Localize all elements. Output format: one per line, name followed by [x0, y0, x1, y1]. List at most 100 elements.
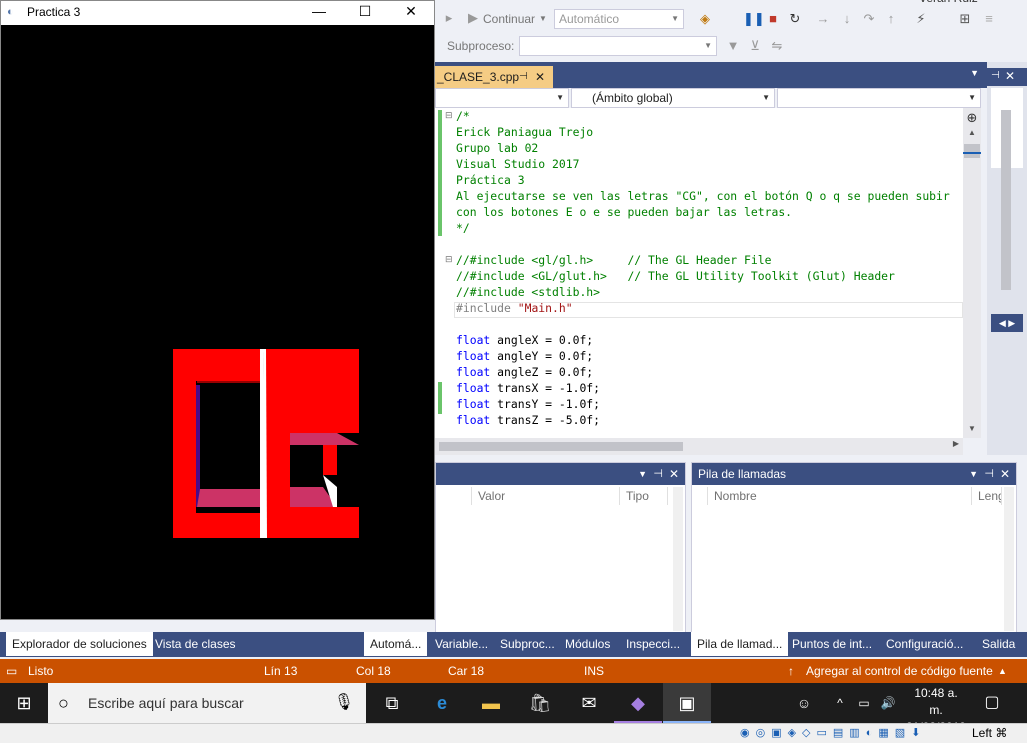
column-header-marker[interactable] [692, 487, 708, 505]
tab-watch[interactable]: Inspecci... [620, 632, 686, 656]
people-icon[interactable]: ☺ [780, 683, 828, 723]
file-explorer-icon[interactable]: ▬ [467, 683, 515, 723]
code-line[interactable]: //#include <stdlib.h> [456, 284, 950, 300]
vertical-scrollbar[interactable]: ⊕ ▲ ▼ [963, 108, 981, 438]
filter-icon[interactable]: ▼ [725, 38, 741, 54]
tab-autos[interactable]: Automá... [364, 632, 428, 656]
document-tab[interactable]: _CLASE_3.cpp ⊣ ✕ [435, 66, 553, 88]
practica-app-icon[interactable]: ▣ [663, 683, 711, 723]
code-line[interactable] [456, 316, 950, 332]
mail-icon[interactable]: ✉ [565, 683, 613, 723]
column-header-value[interactable]: Valor [472, 487, 620, 505]
code-line[interactable]: Erick Paniagua Trejo [456, 124, 950, 140]
scroll-thumb[interactable] [964, 144, 980, 158]
continue-button[interactable]: Continuar [483, 9, 535, 29]
tab-call-stack[interactable]: Pila de llamad... [691, 632, 789, 656]
store-icon[interactable]: 🛍 [516, 683, 564, 723]
code-line[interactable]: con los botones E o e se pueden bajar la… [456, 204, 950, 220]
horizontal-scrollbar[interactable]: ▶ [435, 438, 963, 455]
window-titlebar[interactable]: ◐ Practica 3 — ☐ ✕ [1, 1, 434, 25]
code-line[interactable]: float transZ = -5.0f; [456, 412, 950, 428]
opengl-viewport[interactable] [1, 25, 435, 619]
pin-icon[interactable]: ⊣ [653, 463, 663, 485]
code-line[interactable]: float angleZ = 0.0f; [456, 364, 950, 380]
tab-locals[interactable]: Variable... [429, 632, 494, 656]
panel-options-icon[interactable]: ▼ [969, 463, 978, 485]
scroll-up-icon[interactable]: ▲ [963, 128, 981, 137]
scope-combo[interactable]: (Ámbito global) ▼ [571, 88, 775, 108]
step-forward-icon[interactable]: ▸ [441, 10, 457, 26]
code-line[interactable]: //#include <GL/glut.h> // The GL Utility… [456, 268, 950, 284]
restart-icon[interactable]: ↻ [787, 11, 803, 27]
edge-icon[interactable]: e [418, 683, 466, 723]
continue-dropdown-icon[interactable]: ▼ [539, 9, 547, 29]
step-out-icon[interactable]: ↑ [883, 11, 899, 27]
taskbar-search[interactable]: ○ Escribe aquí para buscar 🎙 [48, 683, 366, 723]
scroll-thumb[interactable] [439, 442, 683, 451]
pin-icon[interactable]: ⊣ [984, 463, 994, 485]
filter-clear-icon[interactable]: ⊻ [747, 38, 763, 54]
code-line[interactable] [456, 236, 950, 252]
diagnostics-icon[interactable]: ⚡ [913, 11, 929, 27]
code-line[interactable]: Grupo lab 02 [456, 140, 950, 156]
continue-icon[interactable]: ▶ [465, 10, 481, 26]
practica-window[interactable]: ◐ Practica 3 — ☐ ✕ [0, 0, 435, 620]
source-control-button[interactable]: Agregar al control de código fuente [806, 659, 993, 683]
close-icon[interactable]: ✕ [669, 463, 679, 485]
pin-icon[interactable]: ⊣ [991, 70, 1000, 81]
code-editor[interactable]: ⊟ ⊟ /* Erick Paniagua Trejo Grupo lab 02 Vi… [435, 108, 963, 438]
code-line[interactable]: float transY = -1.0f; [456, 396, 950, 412]
tab-output[interactable]: Salida [976, 632, 1021, 656]
scroll-arrows-icon[interactable]: ◀ ▶ [991, 314, 1023, 332]
code-line[interactable]: float angleX = 0.0f; [456, 332, 950, 348]
close-button[interactable]: ✕ [388, 1, 434, 23]
vertical-scrollbar[interactable] [1004, 487, 1014, 631]
volume-icon[interactable]: 🔊 [876, 683, 900, 723]
layout-icon[interactable]: ⊞ [957, 11, 973, 27]
column-header-language[interactable]: Leng [972, 487, 1002, 505]
subprocess-combo[interactable]: ▼ [519, 36, 717, 56]
notifications-icon[interactable]: ▢ [968, 683, 1016, 723]
tab-modules[interactable]: Módulos [559, 632, 616, 656]
close-icon[interactable]: ✕ [1005, 69, 1015, 83]
maximize-button[interactable]: ☐ [342, 1, 388, 23]
tab-threads[interactable]: Subproc... [494, 632, 561, 656]
windows-start-icon[interactable]: ⊞ [0, 683, 48, 723]
column-header-name[interactable]: Nombre [708, 487, 972, 505]
code-line[interactable]: //#include <gl/gl.h> // The GL Header Fi… [456, 252, 950, 268]
code-line[interactable]: /* [456, 108, 950, 124]
threads-icon[interactable]: ⇋ [769, 38, 785, 54]
code-line[interactable]: Al ejecutarse se ven las letras "CG", co… [456, 188, 950, 204]
visual-studio-icon[interactable]: ◆ [614, 683, 662, 723]
tab-breakpoints[interactable]: Puntos de int... [786, 632, 878, 656]
step-over-icon[interactable]: ↷ [861, 11, 877, 27]
tab-overflow-icon[interactable]: ▼ [970, 68, 979, 78]
column-header-type[interactable]: Tipo [620, 487, 668, 505]
network-icon[interactable]: ▭ [852, 683, 876, 723]
scroll-down-icon[interactable]: ▼ [963, 424, 981, 433]
stop-icon[interactable]: ■ [765, 11, 781, 27]
close-icon[interactable]: ✕ [535, 66, 545, 88]
tray-expand-icon[interactable]: ^ [828, 683, 852, 723]
project-combo[interactable]: ▼ [435, 88, 569, 108]
tab-exception-settings[interactable]: Configuració... [880, 632, 969, 656]
step-into-icon[interactable]: ↓ [839, 11, 855, 27]
column-header-name[interactable] [436, 487, 472, 505]
chevron-up-icon[interactable]: ▲ [998, 659, 1007, 683]
collapse-icon[interactable]: ⊟ [445, 254, 453, 265]
code-line[interactable]: float angleY = 0.0f; [456, 348, 950, 364]
tool-scroll-thumb[interactable] [1001, 110, 1011, 290]
vertical-scrollbar[interactable] [673, 487, 683, 631]
scroll-right-icon[interactable]: ▶ [953, 439, 959, 448]
member-combo[interactable]: ▼ [777, 88, 981, 108]
microphone-icon[interactable]: 🎙 [334, 683, 354, 723]
code-line[interactable]: float transX = -1.0f; [456, 380, 950, 396]
code-line[interactable]: Práctica 3 [456, 172, 950, 188]
tab-class-view[interactable]: Vista de clases [149, 632, 242, 656]
collapse-icon[interactable]: ⊟ [445, 110, 453, 121]
code-line[interactable]: Visual Studio 2017 [456, 156, 950, 172]
close-icon[interactable]: ✕ [1000, 463, 1010, 485]
split-icon[interactable]: ⊕ [963, 110, 981, 126]
task-view-icon[interactable]: ⧉ [368, 683, 416, 723]
code-line[interactable]: */ [456, 220, 950, 236]
